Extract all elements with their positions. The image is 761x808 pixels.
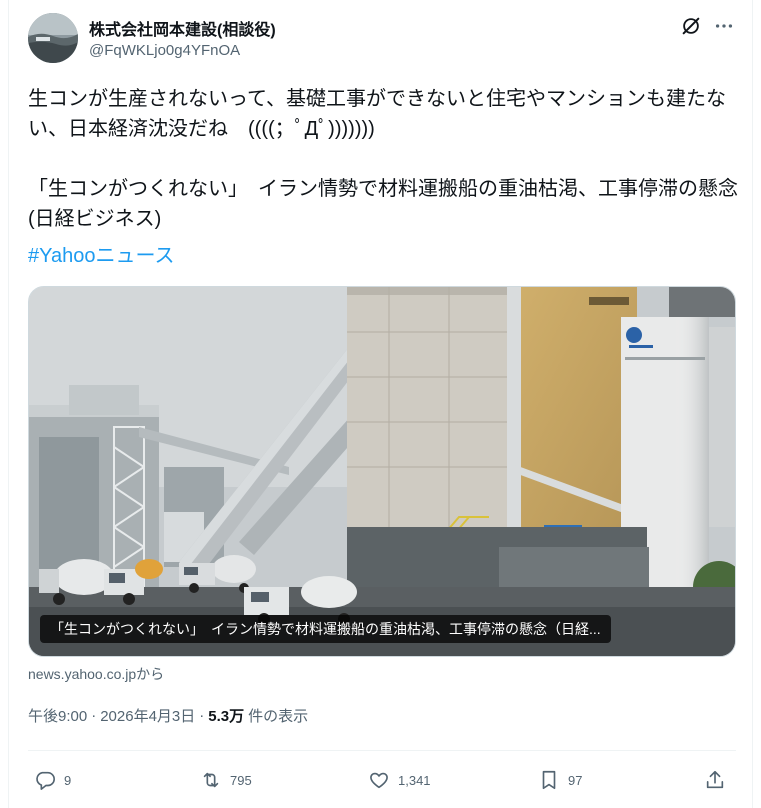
post-time[interactable]: 午後9:00 (28, 705, 87, 726)
share-button[interactable] (704, 762, 726, 798)
divider (28, 750, 736, 751)
more-dots-icon[interactable] (712, 14, 736, 38)
link-card-image[interactable] (28, 286, 736, 657)
display-name[interactable]: 株式会社岡本建設(相談役) (89, 16, 276, 40)
grok-icon[interactable] (679, 14, 703, 38)
post-text: 生コンが生産されないって、基礎工事ができないと住宅やマンションも建たない、日本経… (28, 88, 738, 230)
hashtag-link[interactable]: #Yahooニュース (28, 241, 174, 271)
avatar[interactable] (28, 13, 78, 63)
action-bar: 9 795 1,341 97 (28, 762, 736, 798)
reply-count: 9 (64, 772, 72, 788)
bookmark-button[interactable]: 97 (538, 762, 582, 798)
post-date[interactable]: 2026年4月3日 (100, 705, 195, 726)
heart-icon (370, 772, 388, 789)
share-icon (706, 770, 724, 789)
user-handle[interactable]: @FqWKLjo0g4YFnOA (89, 42, 240, 59)
post-meta: 午後9:00 · 2026年4月3日 · 5.3万 件の表示 (28, 705, 308, 726)
meta-separator: · (91, 707, 97, 724)
avatar-image (28, 13, 78, 63)
bookmark-icon (542, 770, 556, 790)
link-card-title[interactable]: 「生コンがつくれない」 イラン情勢で材料運搬船の重油枯渇、工事停滞の懸念（日経.… (40, 615, 611, 643)
repost-count: 795 (230, 772, 252, 788)
meta-separator: · (199, 707, 205, 724)
reply-button[interactable]: 9 (34, 762, 71, 798)
like-button[interactable]: 1,341 (368, 762, 431, 798)
post-card: 株式会社岡本建設(相談役) @FqWKLjo0g4YFnOA 生コンが生産されな… (0, 0, 761, 808)
bookmark-count: 97 (568, 772, 583, 788)
reply-icon (36, 771, 55, 790)
repost-icon (203, 772, 219, 788)
like-count: 1,341 (398, 772, 431, 788)
concrete-plant-photo (29, 287, 735, 656)
views-label: 件の表示 (248, 708, 309, 725)
repost-button[interactable]: 795 (200, 762, 252, 798)
views-count: 5.3万 (208, 708, 245, 725)
link-source[interactable]: news.yahoo.co.jpから (28, 664, 164, 684)
